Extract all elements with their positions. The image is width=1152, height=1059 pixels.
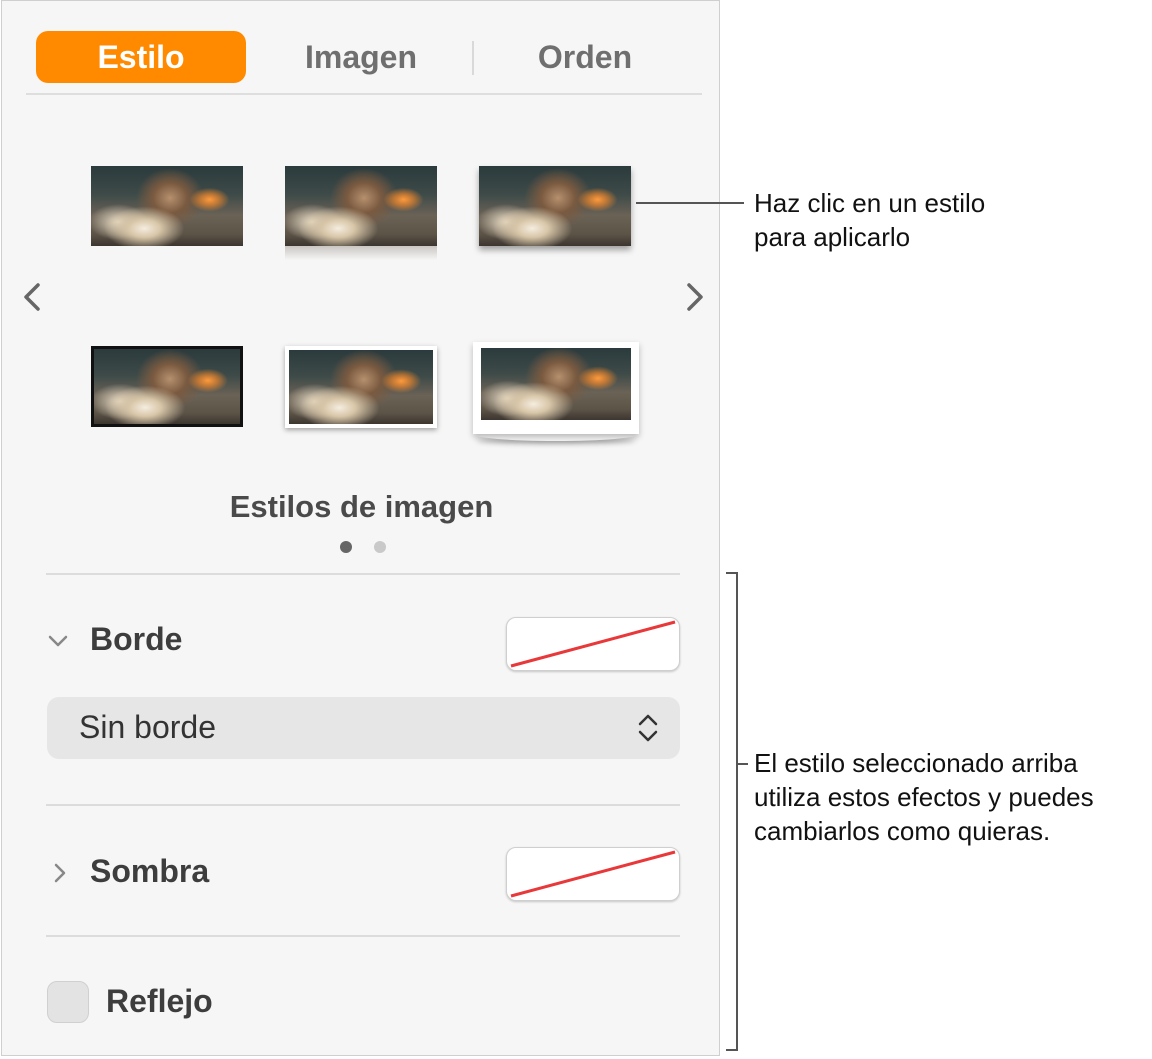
callout-bottom-line-2: utiliza estos efectos y puedes <box>754 782 1094 812</box>
curl-shadow-effect <box>473 427 639 441</box>
style-thumbnail-reflection[interactable] <box>285 166 437 246</box>
callout-top: Haz clic en un estilo para aplicarlo <box>754 186 985 254</box>
callout-bottom: El estilo seleccionado arriba utiliza es… <box>754 746 1094 848</box>
style-thumbnail-curl-frame[interactable] <box>473 342 639 434</box>
callout-top-line-1: Haz clic en un estilo <box>754 188 986 218</box>
photo-thumbnail-icon <box>285 166 437 246</box>
border-style-select[interactable]: Sin borde <box>47 697 680 759</box>
photo-thumbnail-icon <box>289 350 433 424</box>
chevron-down-icon[interactable] <box>46 629 70 653</box>
page-dot-active[interactable] <box>340 541 352 553</box>
up-down-chevron-icon <box>636 710 660 746</box>
photo-thumbnail-icon <box>479 166 631 246</box>
shadow-label[interactable]: Sombra <box>90 853 209 890</box>
divider <box>46 935 680 937</box>
callout-bracket <box>736 572 738 1051</box>
tab-bar: Estilo Imagen Orden <box>26 31 702 95</box>
divider <box>46 573 680 575</box>
format-sidebar: Estilo Imagen Orden Estilos de imagen Bo… <box>1 0 720 1056</box>
tab-bar-divider <box>26 93 702 95</box>
callout-bottom-line-3: cambiarlos como quieras. <box>754 816 1051 846</box>
chevron-right-icon[interactable] <box>48 861 72 885</box>
style-thumbnail-white-border[interactable] <box>285 346 437 428</box>
callout-bracket-bottom <box>726 1049 738 1051</box>
style-thumbnail-shadow[interactable] <box>479 166 631 246</box>
page-dot[interactable] <box>374 541 386 553</box>
tab-orden[interactable]: Orden <box>480 31 690 83</box>
callout-bracket-top <box>726 572 738 574</box>
border-color-well[interactable] <box>506 617 680 671</box>
section-title: Estilos de imagen <box>229 489 494 524</box>
callout-bottom-line-1: El estilo seleccionado arriba <box>754 748 1078 778</box>
callout-line-top <box>636 202 744 204</box>
reflection-label[interactable]: Reflejo <box>106 983 213 1020</box>
chevron-left-icon[interactable] <box>18 277 48 317</box>
photo-thumbnail-icon <box>91 166 243 246</box>
reflection-effect <box>285 246 437 260</box>
photo-thumbnail-icon <box>94 349 240 424</box>
divider <box>46 804 680 806</box>
tab-separator <box>472 41 474 75</box>
tab-imagen[interactable]: Imagen <box>256 31 466 83</box>
callout-top-line-2: para aplicarlo <box>754 222 911 252</box>
chevron-right-icon[interactable] <box>679 277 709 317</box>
style-thumbnail-plain[interactable] <box>91 166 243 246</box>
photo-thumbnail-icon <box>481 348 631 420</box>
callout-line-bottom <box>738 763 748 765</box>
style-thumbnail-black-border[interactable] <box>91 346 243 427</box>
tab-estilo[interactable]: Estilo <box>36 31 246 83</box>
border-label[interactable]: Borde <box>90 621 182 658</box>
no-color-slash-icon <box>510 850 676 898</box>
border-style-value: Sin borde <box>79 709 216 745</box>
shadow-color-well[interactable] <box>506 847 680 901</box>
no-color-slash-icon <box>510 620 676 668</box>
reflection-checkbox[interactable] <box>47 981 89 1023</box>
